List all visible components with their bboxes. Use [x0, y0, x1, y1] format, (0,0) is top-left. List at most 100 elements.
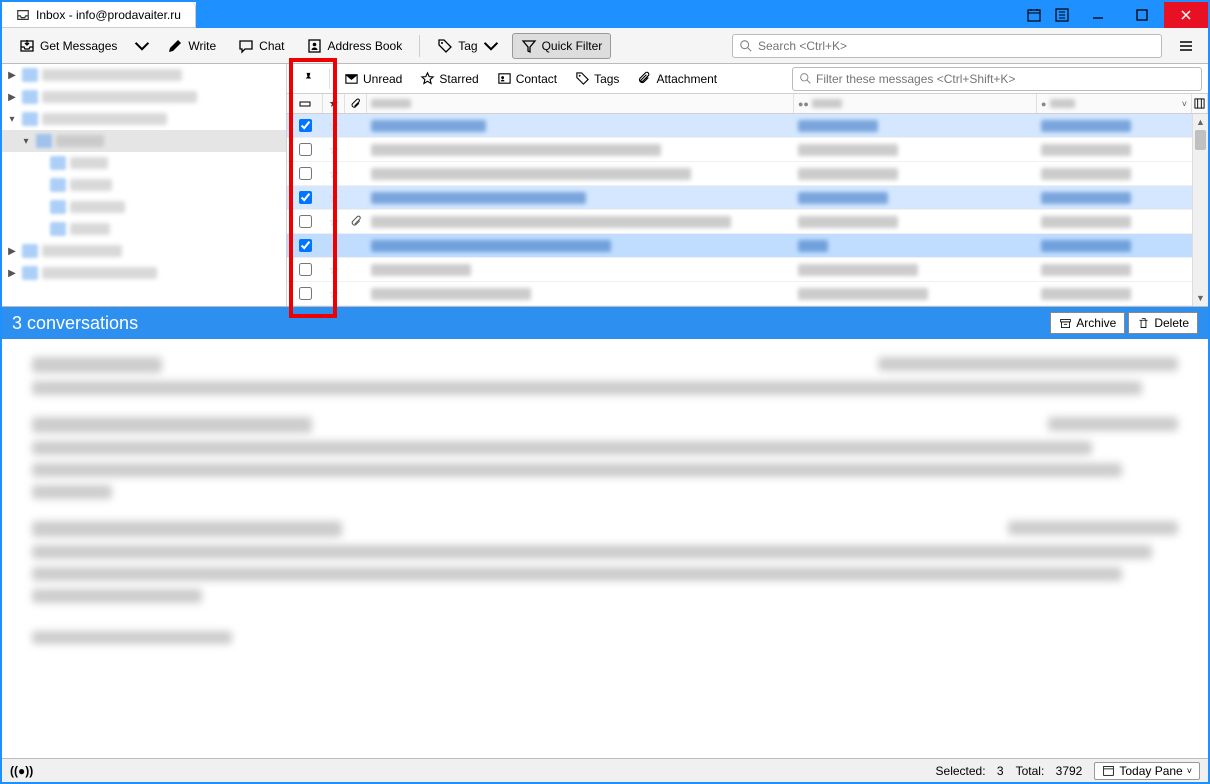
star-icon[interactable]: ☆ — [329, 239, 340, 253]
preview-pane — [2, 339, 1208, 758]
star-icon[interactable]: ☆ — [329, 215, 340, 229]
calendar-icon — [1102, 764, 1115, 777]
archive-button[interactable]: Archive — [1050, 312, 1125, 334]
filter-contact[interactable]: Contact — [490, 68, 564, 89]
row-checkbox[interactable] — [299, 239, 312, 252]
filter-search-input[interactable] — [816, 72, 1195, 86]
tab-title: Inbox - info@prodavaiter.ru — [36, 8, 181, 22]
chat-label: Chat — [259, 39, 284, 53]
mail-icon — [344, 71, 359, 86]
scroll-thumb[interactable] — [1195, 130, 1206, 150]
row-checkbox[interactable] — [299, 191, 312, 204]
account-item[interactable]: ▶ — [2, 240, 286, 262]
preview-message[interactable] — [32, 357, 1178, 395]
scroll-down-arrow[interactable]: ▼ — [1193, 290, 1208, 306]
star-icon[interactable]: ☆ — [329, 143, 340, 157]
message-list-area: Unread Starred Contact Tags Attachment ★ — [287, 64, 1208, 306]
preview-message[interactable] — [32, 417, 1178, 499]
message-row[interactable]: ☆ — [287, 138, 1192, 162]
column-subject[interactable] — [367, 94, 794, 113]
account-item[interactable]: ▾ — [2, 108, 286, 130]
minimize-button[interactable] — [1076, 2, 1120, 28]
maximize-button[interactable] — [1120, 2, 1164, 28]
account-item[interactable]: ▶ — [2, 64, 286, 86]
pin-icon — [300, 71, 315, 86]
folder-item[interactable] — [2, 218, 286, 240]
tag-icon — [575, 71, 590, 86]
tasks-icon[interactable] — [1048, 2, 1076, 28]
row-checkbox[interactable] — [299, 215, 312, 228]
column-star[interactable]: ★ — [323, 94, 345, 113]
folder-item-inbox[interactable]: ▾ — [2, 130, 286, 152]
column-select[interactable] — [287, 94, 323, 113]
message-list[interactable]: ☆ ☆ ☆ ☆ ☆ ☆ ☆ ☆ — [287, 114, 1192, 306]
folder-tree[interactable]: ▶ ▶ ▾ ▾ ▶ ▶ — [2, 64, 287, 306]
search-input[interactable] — [758, 39, 1155, 53]
star-icon[interactable]: ☆ — [329, 287, 340, 301]
chevron-down-icon — [483, 38, 499, 54]
calendar-icon[interactable] — [1020, 2, 1048, 28]
row-checkbox[interactable] — [299, 143, 312, 156]
star-icon[interactable]: ☆ — [329, 263, 340, 277]
message-row[interactable]: ☆ — [287, 234, 1192, 258]
column-date[interactable]: ● ˅ — [1037, 94, 1192, 113]
filter-unread[interactable]: Unread — [337, 68, 409, 89]
titlebar: Inbox - info@prodavaiter.ru — [2, 2, 1208, 28]
activity-indicator: ((●)) — [10, 764, 33, 778]
preview-message[interactable] — [32, 521, 1178, 603]
folder-item[interactable] — [2, 174, 286, 196]
star-icon[interactable]: ☆ — [329, 167, 340, 181]
titlebar-app-icons — [1020, 2, 1076, 28]
get-messages-label: Get Messages — [40, 39, 117, 53]
tab-inbox[interactable]: Inbox - info@prodavaiter.ru — [2, 2, 196, 28]
quick-filter-button[interactable]: Quick Filter — [512, 33, 612, 59]
app-menu-button[interactable] — [1172, 32, 1200, 60]
message-row[interactable]: ☆ — [287, 186, 1192, 210]
chat-button[interactable]: Chat — [229, 33, 293, 59]
global-search[interactable] — [732, 34, 1162, 58]
delete-button[interactable]: Delete — [1128, 312, 1198, 334]
message-row[interactable]: ☆ — [287, 210, 1192, 234]
filter-icon — [521, 38, 537, 54]
filter-tags[interactable]: Tags — [568, 68, 626, 89]
today-pane-label: Today Pane — [1119, 764, 1182, 778]
message-row[interactable]: ☆ — [287, 282, 1192, 306]
message-list-header: ★ ●● ● ˅ — [287, 94, 1208, 114]
write-button[interactable]: Write — [158, 33, 225, 59]
filter-attachment-label: Attachment — [656, 72, 717, 86]
column-attachment[interactable] — [345, 94, 367, 113]
star-icon[interactable]: ☆ — [329, 191, 340, 205]
message-row[interactable]: ☆ — [287, 258, 1192, 282]
filter-attachment[interactable]: Attachment — [630, 68, 724, 89]
column-from[interactable]: ●● — [794, 94, 1037, 113]
today-pane-button[interactable]: Today Pane ˅ — [1094, 762, 1200, 780]
row-checkbox[interactable] — [299, 263, 312, 276]
address-book-button[interactable]: Address Book — [298, 33, 412, 59]
message-row[interactable]: ☆ — [287, 114, 1192, 138]
star-icon[interactable]: ☆ — [329, 119, 340, 133]
scroll-up-arrow[interactable]: ▲ — [1193, 114, 1208, 130]
pin-filter-button[interactable] — [293, 68, 322, 89]
scrollbar-vertical[interactable]: ▲ ▼ — [1192, 114, 1208, 306]
get-messages-button[interactable]: Get Messages — [10, 33, 126, 59]
status-total: Total: 3792 — [1016, 764, 1083, 778]
folder-item[interactable] — [2, 152, 286, 174]
close-button[interactable] — [1164, 2, 1208, 28]
filter-starred[interactable]: Starred — [413, 68, 485, 89]
tag-button[interactable]: Tag — [428, 33, 507, 59]
tag-label: Tag — [458, 39, 477, 53]
pencil-icon — [167, 38, 183, 54]
filter-search[interactable] — [792, 67, 1202, 91]
write-label: Write — [188, 39, 216, 53]
statusbar: ((●)) Selected: 3 Total: 3792 Today Pane… — [2, 758, 1208, 782]
column-picker[interactable] — [1192, 94, 1208, 113]
filter-contact-label: Contact — [516, 72, 557, 86]
row-checkbox[interactable] — [299, 119, 312, 132]
account-item[interactable]: ▶ — [2, 262, 286, 284]
row-checkbox[interactable] — [299, 167, 312, 180]
message-row[interactable]: ☆ — [287, 162, 1192, 186]
get-messages-dropdown[interactable] — [130, 33, 154, 59]
row-checkbox[interactable] — [299, 287, 312, 300]
folder-item[interactable] — [2, 196, 286, 218]
account-item[interactable]: ▶ — [2, 86, 286, 108]
